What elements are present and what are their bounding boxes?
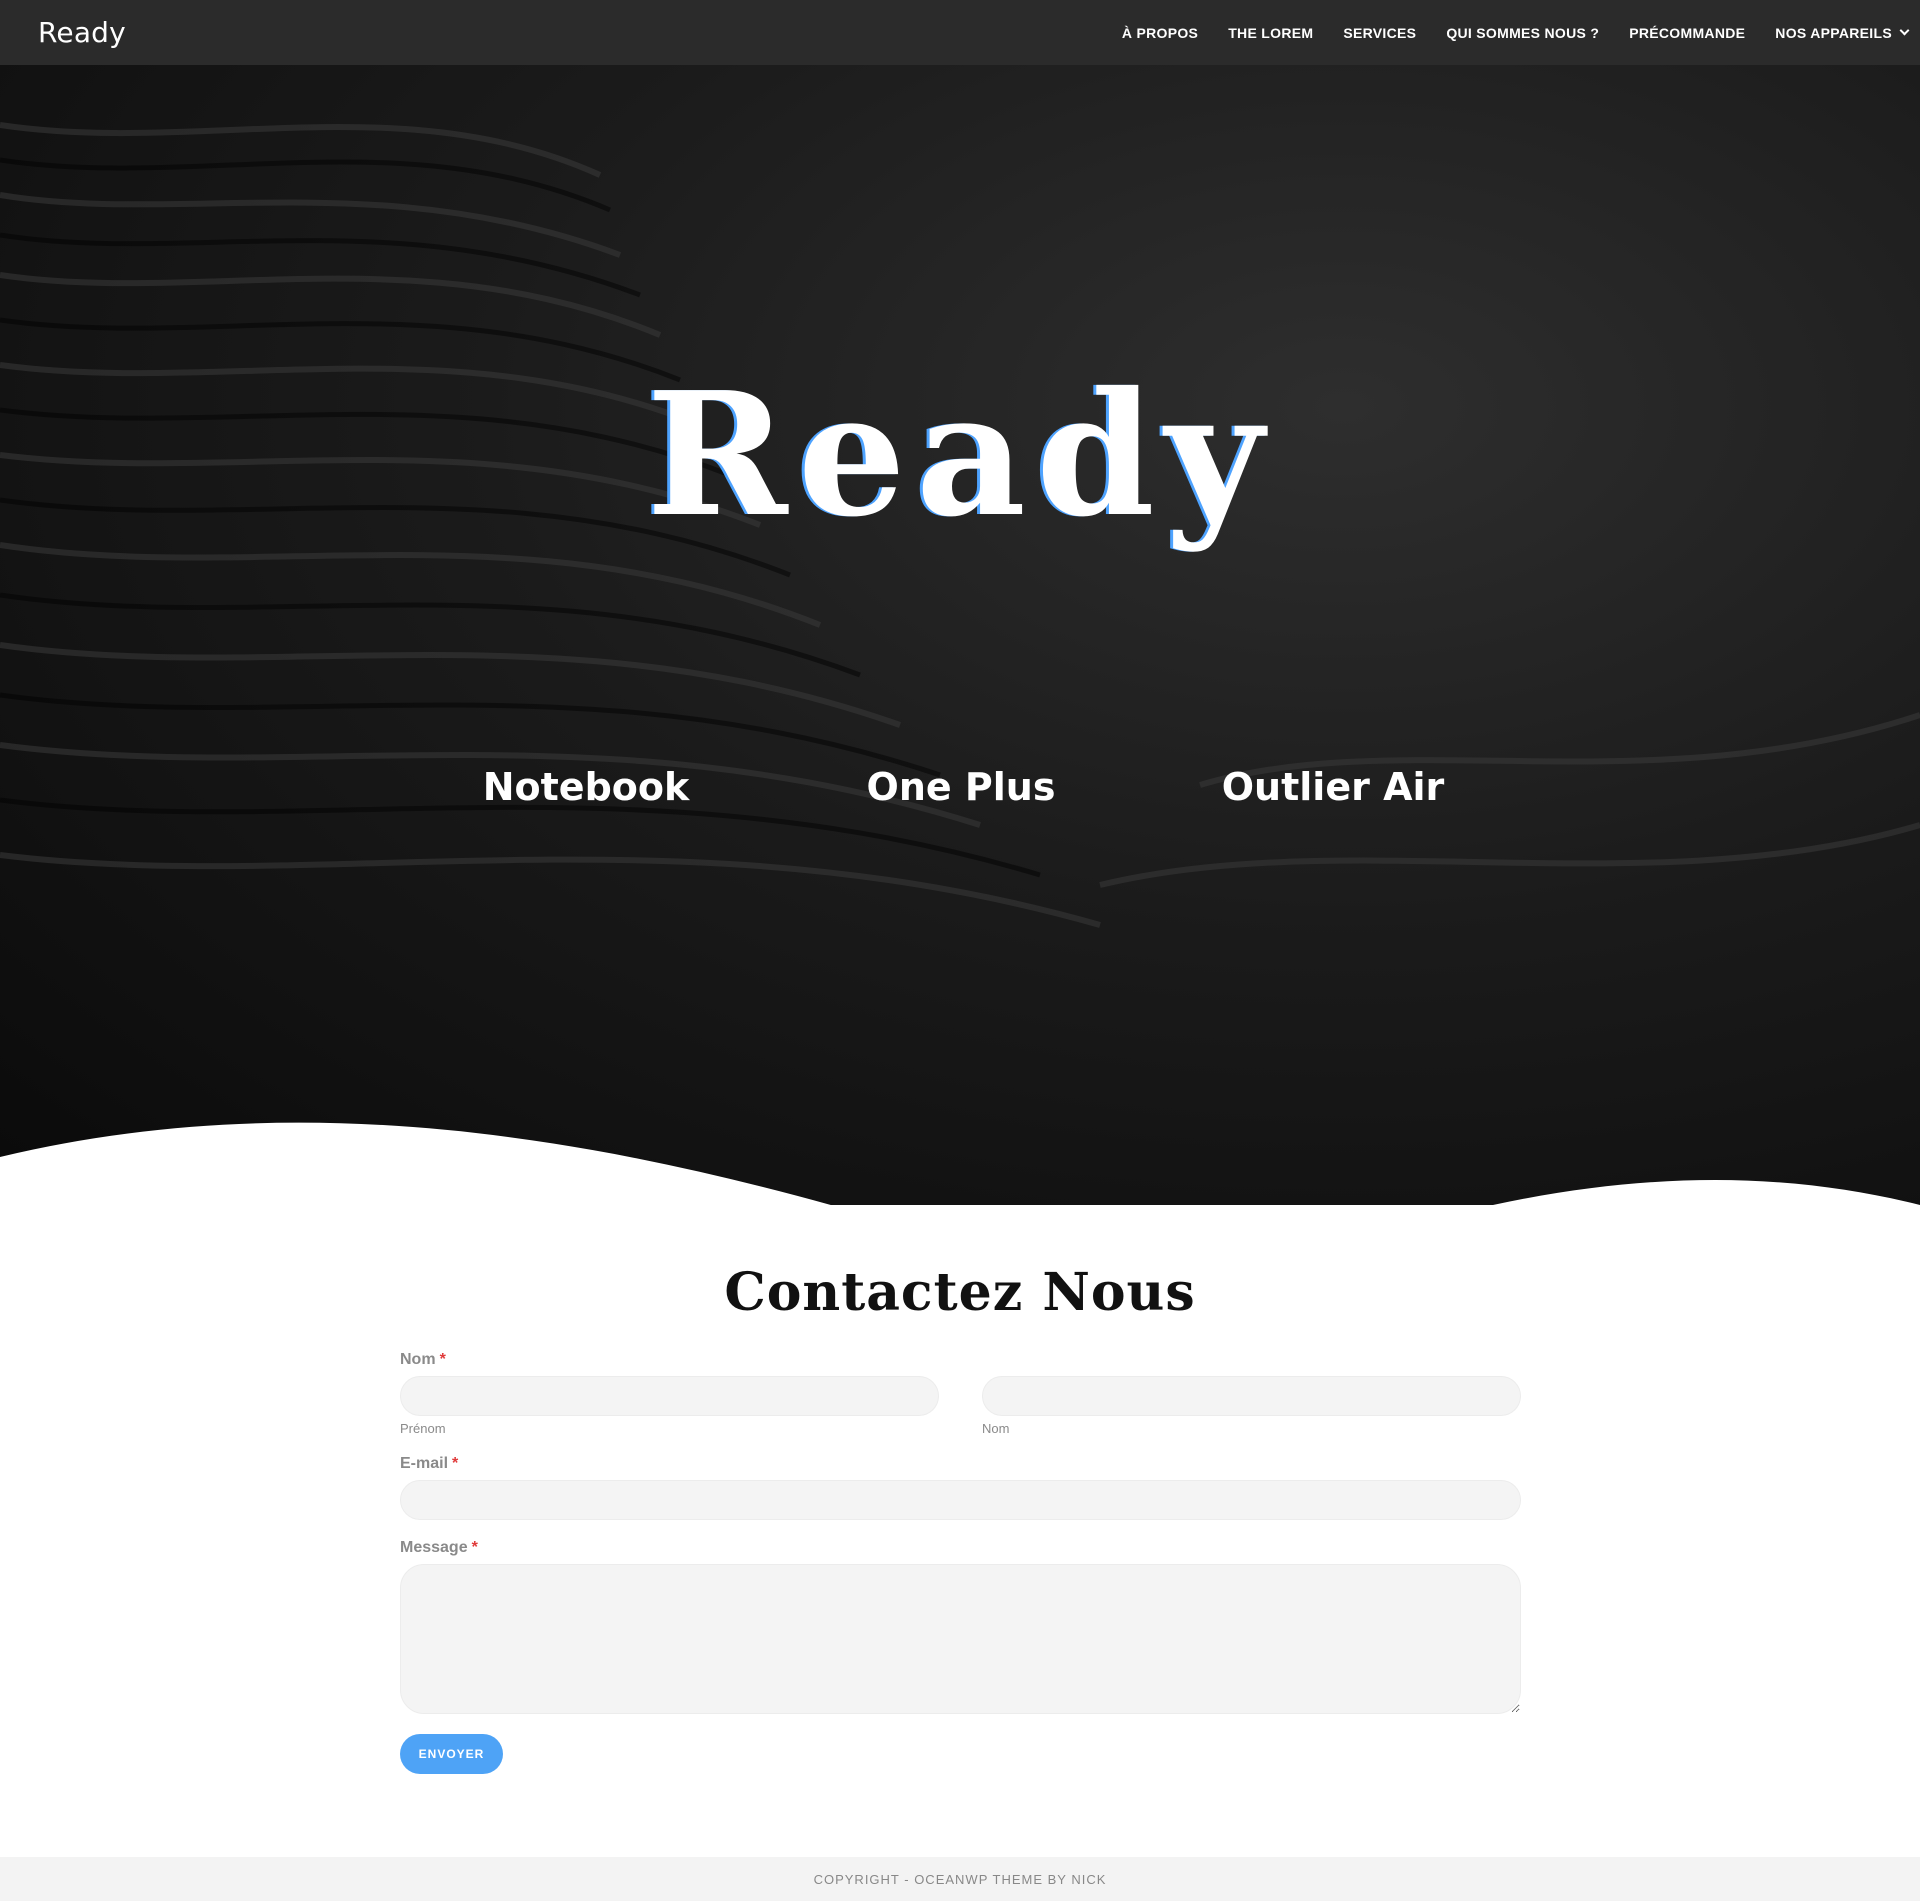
nav-item-a-propos[interactable]: À PROPOS bbox=[1122, 25, 1198, 41]
nav-item-label: QUI SOMMES NOUS ? bbox=[1446, 24, 1600, 41]
email-field[interactable] bbox=[400, 1480, 1521, 1520]
nav-item-label: À PROPOS bbox=[1121, 24, 1199, 41]
sand-ripples-background bbox=[0, 122, 1920, 928]
hero-section: Ready Notebook One Plus Outlier Air bbox=[0, 65, 1920, 1205]
name-label-text: Nom bbox=[400, 1351, 436, 1368]
nav-item-the-lorem[interactable]: THE LOREM bbox=[1228, 25, 1313, 41]
product-link-one-plus[interactable]: One Plus bbox=[791, 765, 1131, 809]
nav-item-label: PRÉCOMMANDE bbox=[1629, 24, 1746, 41]
site-header: Ready À PROPOS THE LOREM SERVICES QUI SO… bbox=[0, 0, 1920, 65]
message-label: Message * bbox=[400, 1539, 478, 1557]
copyright-text: COPYRIGHT - OCEANWP THEME BY NICK bbox=[813, 1871, 1107, 1887]
required-marker: * bbox=[439, 1351, 446, 1368]
email-label: E-mail * bbox=[400, 1455, 458, 1473]
message-label-text: Message bbox=[400, 1539, 468, 1556]
required-marker: * bbox=[452, 1455, 459, 1472]
chevron-down-icon bbox=[1899, 25, 1910, 36]
nav-item-qui-sommes-nous[interactable]: QUI SOMMES NOUS ? bbox=[1446, 25, 1599, 41]
hero-title: Ready bbox=[646, 355, 1274, 555]
nav-item-label: THE LOREM bbox=[1228, 24, 1314, 41]
message-textarea[interactable] bbox=[400, 1564, 1521, 1714]
product-link-outlier-air[interactable]: Outlier Air bbox=[1163, 765, 1503, 809]
submit-button[interactable]: ENVOYER bbox=[400, 1734, 503, 1774]
nav-item-label: SERVICES bbox=[1343, 24, 1417, 41]
nav-item-services[interactable]: SERVICES bbox=[1343, 25, 1416, 41]
required-marker: * bbox=[471, 1539, 478, 1556]
contact-title: Contactez Nous bbox=[724, 1262, 1196, 1323]
first-name-sublabel: Prénom bbox=[400, 1421, 446, 1436]
nav-item-precommande[interactable]: PRÉCOMMANDE bbox=[1629, 25, 1745, 41]
product-link-notebook[interactable]: Notebook bbox=[416, 765, 756, 809]
email-label-text: E-mail bbox=[400, 1455, 449, 1472]
first-name-input[interactable] bbox=[400, 1376, 939, 1416]
name-label: Nom * bbox=[400, 1351, 446, 1369]
nav-item-nos-appareils[interactable]: NOS APPAREILS bbox=[1775, 24, 1910, 41]
main-nav: À PROPOS THE LOREM SERVICES QUI SOMMES N… bbox=[1092, 0, 1910, 65]
wave-divider bbox=[0, 1122, 1920, 1205]
nav-item-label: NOS APPAREILS bbox=[1775, 24, 1892, 41]
last-name-sublabel: Nom bbox=[982, 1421, 1010, 1436]
site-logo[interactable]: Ready bbox=[38, 16, 126, 49]
site-footer: COPYRIGHT - OCEANWP THEME BY NICK bbox=[0, 1857, 1920, 1901]
last-name-input[interactable] bbox=[982, 1376, 1521, 1416]
